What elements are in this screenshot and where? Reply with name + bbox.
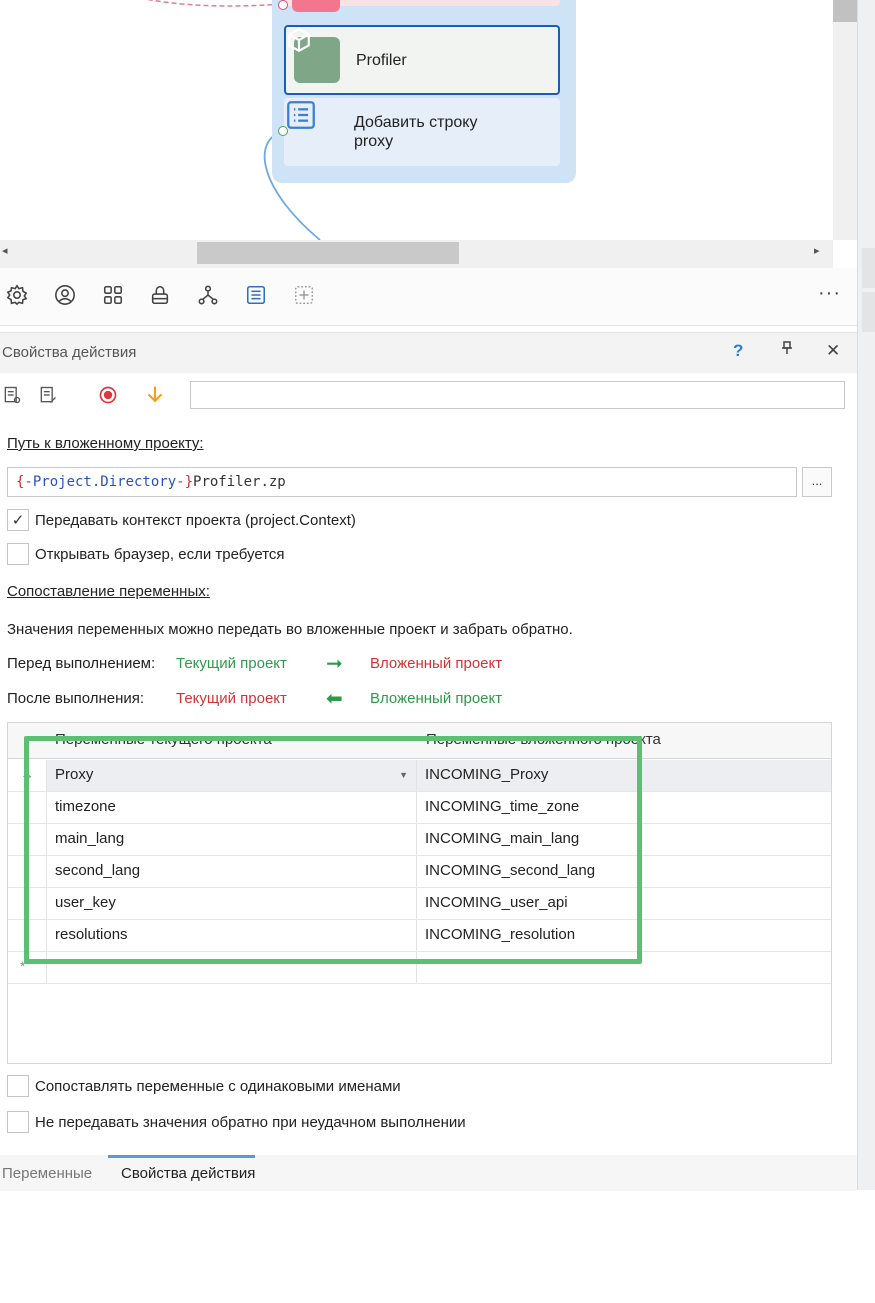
action-name-input[interactable] xyxy=(190,381,845,409)
branch-icon[interactable] xyxy=(195,282,221,308)
column-header-current[interactable]: Переменные текущего проекта xyxy=(55,731,272,748)
dock-segment xyxy=(862,292,875,332)
mapping-description: Значения переменных можно передать во вл… xyxy=(7,621,573,638)
current-var-cell[interactable]: Proxy ▼ xyxy=(46,760,417,791)
match-same-names-option[interactable]: Сопоставлять переменные с одинаковыми им… xyxy=(7,1075,401,1097)
variable-mapping-grid[interactable]: Переменные текущего проекта Переменные в… xyxy=(7,722,832,1064)
dock-segment xyxy=(862,248,875,288)
no-return-on-fail-option[interactable]: Не передавать значения обратно при неуда… xyxy=(7,1111,466,1133)
pass-context-option[interactable]: ✓ Передавать контекст проекта (project.C… xyxy=(7,509,356,531)
tab-variables[interactable]: Переменные xyxy=(2,1165,92,1182)
table-row[interactable]: timezone INCOMING_time_zone xyxy=(8,792,831,824)
previous-node-icon xyxy=(292,0,340,12)
node-title: Profiler xyxy=(356,51,407,69)
close-button[interactable]: ✕ xyxy=(826,341,840,361)
option-label: Передавать контекст проекта (project.Con… xyxy=(35,511,356,529)
option-label: Открывать браузер, если требуется xyxy=(35,545,285,563)
lock-icon[interactable] xyxy=(147,282,173,308)
browse-button[interactable]: ... xyxy=(802,467,832,497)
project-canvas[interactable]: Profiler Добавить строку proxy xyxy=(0,0,833,240)
arrow-right-icon: ➞ xyxy=(326,653,343,675)
scroll-thumb[interactable] xyxy=(197,242,459,264)
arrow-left-icon: ⬅ xyxy=(326,688,343,710)
option-label: Сопоставлять переменные с одинаковыми им… xyxy=(35,1077,401,1095)
open-browser-checkbox[interactable] xyxy=(7,543,29,565)
action-toolbar: ··· xyxy=(0,268,857,326)
table-row[interactable]: main_lang INCOMING_main_lang xyxy=(8,824,831,856)
column-header-nested[interactable]: Переменные вложенного проекта xyxy=(426,731,661,748)
node-add-proxy-line[interactable]: Добавить строку proxy xyxy=(284,98,560,166)
after-label: После выполнения: xyxy=(7,690,145,707)
canvas-horizontal-scrollbar[interactable]: ◂ ▸ xyxy=(0,240,833,268)
action-edit-icon[interactable] xyxy=(36,383,60,407)
panel-header: Свойства действия ? ✕ xyxy=(0,333,857,373)
nested-var-cell[interactable]: INCOMING_Proxy xyxy=(417,760,831,791)
table-row[interactable]: → Proxy ▼ INCOMING_Proxy xyxy=(8,760,831,792)
current-var-cell[interactable]: main_lang xyxy=(46,824,417,855)
canvas-vertical-scrollbar[interactable] xyxy=(833,0,857,240)
current-var-cell[interactable]: second_lang xyxy=(46,856,417,887)
nested-var-cell[interactable] xyxy=(417,952,831,983)
nested-project-label: Вложенный проект xyxy=(370,690,503,707)
current-row-marker: → xyxy=(20,766,34,782)
scroll-left-icon[interactable]: ◂ xyxy=(2,244,8,257)
node-profiler[interactable]: Profiler xyxy=(284,25,560,95)
nested-var-cell[interactable]: INCOMING_main_lang xyxy=(417,824,831,855)
dropdown-arrow-icon[interactable]: ▼ xyxy=(399,770,408,780)
scroll-right-icon[interactable]: ▸ xyxy=(814,244,820,257)
user-circle-icon[interactable] xyxy=(52,282,78,308)
current-project-label: Текущий проект xyxy=(176,690,287,707)
pin-icon[interactable] xyxy=(781,341,793,358)
current-var-cell[interactable]: user_key xyxy=(46,888,417,919)
node-title: Добавить строку proxy xyxy=(354,114,478,150)
properties-subtoolbar xyxy=(0,375,857,415)
pass-context-checkbox[interactable]: ✓ xyxy=(7,509,29,531)
new-row[interactable]: * xyxy=(8,952,831,984)
nested-project-path-label[interactable]: Путь к вложенному проекту: xyxy=(7,435,204,452)
no-return-on-fail-checkbox[interactable] xyxy=(7,1111,29,1133)
nested-var-cell[interactable]: INCOMING_time_zone xyxy=(417,792,831,823)
table-row[interactable]: user_key INCOMING_user_api xyxy=(8,888,831,920)
list-icon xyxy=(287,101,338,155)
record-icon[interactable] xyxy=(96,383,120,407)
help-button[interactable]: ? xyxy=(733,341,743,361)
arrow-down-icon[interactable] xyxy=(143,383,167,407)
nested-project-label: Вложенный проект xyxy=(370,655,503,672)
scroll-thumb[interactable] xyxy=(833,0,857,22)
active-tab-indicator xyxy=(108,1155,255,1158)
side-dock xyxy=(857,0,875,1190)
nested-project-path-input[interactable]: {-Project.Directory-}Profiler.zp xyxy=(7,467,797,497)
tab-action-properties[interactable]: Свойства действия xyxy=(121,1165,255,1182)
input-port[interactable] xyxy=(278,0,288,10)
current-var-cell[interactable]: timezone xyxy=(46,792,417,823)
option-label: Не передавать значения обратно при неуда… xyxy=(35,1113,466,1131)
table-row[interactable]: resolutions INCOMING_resolution xyxy=(8,920,831,952)
new-row-marker: * xyxy=(20,958,26,974)
action-settings-icon[interactable] xyxy=(0,383,24,407)
more-options-icon[interactable]: ··· xyxy=(818,282,841,305)
nested-var-cell[interactable]: INCOMING_second_lang xyxy=(417,856,831,887)
current-var-cell[interactable] xyxy=(46,952,417,983)
add-box-icon[interactable] xyxy=(291,282,317,308)
gear-icon[interactable] xyxy=(4,282,30,308)
grid-header: Переменные текущего проекта Переменные в… xyxy=(8,723,831,759)
before-label: Перед выполнением: xyxy=(7,655,156,672)
current-var-cell[interactable]: resolutions xyxy=(46,920,417,951)
grid-icon[interactable] xyxy=(100,282,126,308)
variable-mapping-label[interactable]: Сопоставление переменных: xyxy=(7,583,210,600)
match-same-names-checkbox[interactable] xyxy=(7,1075,29,1097)
bottom-tab-bar: Переменные Свойства действия xyxy=(0,1155,857,1191)
nested-var-cell[interactable]: INCOMING_resolution xyxy=(417,920,831,951)
action-properties-panel: Свойства действия ? ✕ Путь к вложенному … xyxy=(0,332,857,1191)
list-box-icon[interactable] xyxy=(243,282,269,308)
input-port[interactable] xyxy=(278,126,288,136)
nested-var-cell[interactable]: INCOMING_user_api xyxy=(417,888,831,919)
table-row[interactable]: second_lang INCOMING_second_lang xyxy=(8,856,831,888)
cube-icon xyxy=(288,28,340,83)
current-project-label: Текущий проект xyxy=(176,655,287,672)
panel-title: Свойства действия xyxy=(2,344,137,361)
open-browser-option[interactable]: Открывать браузер, если требуется xyxy=(7,543,285,565)
